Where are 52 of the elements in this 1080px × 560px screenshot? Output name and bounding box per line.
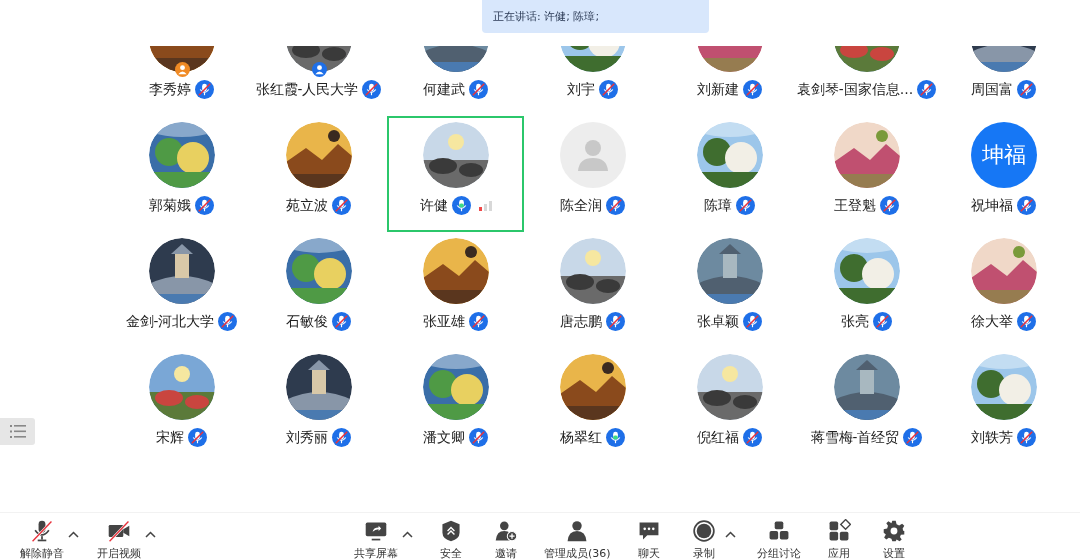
security-button[interactable]: 安全 [434, 519, 468, 560]
participant-name: 袁剑琴-国家信息… [796, 80, 914, 99]
participant-name: 倪红福 [697, 428, 739, 447]
participant-name: 郭菊娥 [149, 196, 191, 215]
participant-name: 周国富 [971, 80, 1013, 99]
record-icon [691, 519, 716, 543]
participant-name: 石敏俊 [286, 312, 328, 331]
mic-button[interactable]: 解除静音 [20, 519, 64, 560]
participant-name: 杨翠红 [560, 428, 602, 447]
video-button[interactable]: 开启视频 [97, 519, 141, 560]
apps-button[interactable]: 应用 [821, 519, 856, 560]
participant-name: 张红霞-人民大学 [255, 80, 359, 99]
share-button[interactable]: 共享屏幕 [354, 519, 398, 560]
breakout-button[interactable]: 分组讨论 [756, 519, 801, 560]
participant-name: 祝坤福 [971, 196, 1013, 215]
participant-name: 张卓颖 [697, 312, 739, 331]
list-toggle-button[interactable] [0, 418, 35, 445]
participant-name: 唐志鹏 [560, 312, 602, 331]
participant-name: 陈璋 [704, 196, 732, 215]
participant-name: 刘秀丽 [286, 428, 328, 447]
text-avatar: 坤福 [970, 122, 1037, 188]
participant-name: 刘新建 [697, 80, 739, 99]
list-icon [9, 425, 26, 438]
participant-name: 苑立波 [286, 196, 328, 215]
participant-name: 宋辉 [156, 428, 184, 447]
screen-share-icon [364, 519, 388, 543]
settings-icon [881, 519, 906, 543]
participant-name: 王登魁 [834, 196, 876, 215]
caret-icon[interactable] [68, 531, 79, 539]
participant-name: 蒋雪梅-首经贸 [810, 428, 900, 447]
invite-button[interactable]: 邀请 [489, 519, 523, 560]
participant-name: 潘文卿 [423, 428, 465, 447]
chat-button[interactable]: 聊天 [631, 519, 666, 560]
caret-icon[interactable] [724, 531, 736, 539]
participant-name: 张亚雄 [423, 312, 465, 331]
participant-name: 李秀婷 [149, 80, 191, 99]
caret-icon[interactable] [145, 531, 156, 539]
participant-name: 何建武 [423, 80, 465, 99]
settings-button[interactable]: 设置 [876, 519, 911, 560]
participant-name: 金剑-河北大学 [125, 312, 215, 331]
participant-name: 刘轶芳 [971, 428, 1013, 447]
shield-icon [439, 519, 463, 543]
caret-icon[interactable] [402, 531, 413, 539]
participant-name: 张亮 [841, 312, 869, 331]
members-button[interactable]: 管理成员(36) [544, 519, 611, 560]
participant-name: 刘宇 [567, 80, 595, 99]
participant-name: 徐大举 [971, 312, 1013, 331]
speaking-banner: 正在讲话: 许健; 陈璋; [482, 0, 709, 33]
participant-name: 陈全润 [560, 196, 602, 215]
participant-name: 许健 [419, 196, 448, 215]
record-button[interactable]: 录制 [686, 519, 721, 560]
add-person-icon [494, 519, 518, 543]
